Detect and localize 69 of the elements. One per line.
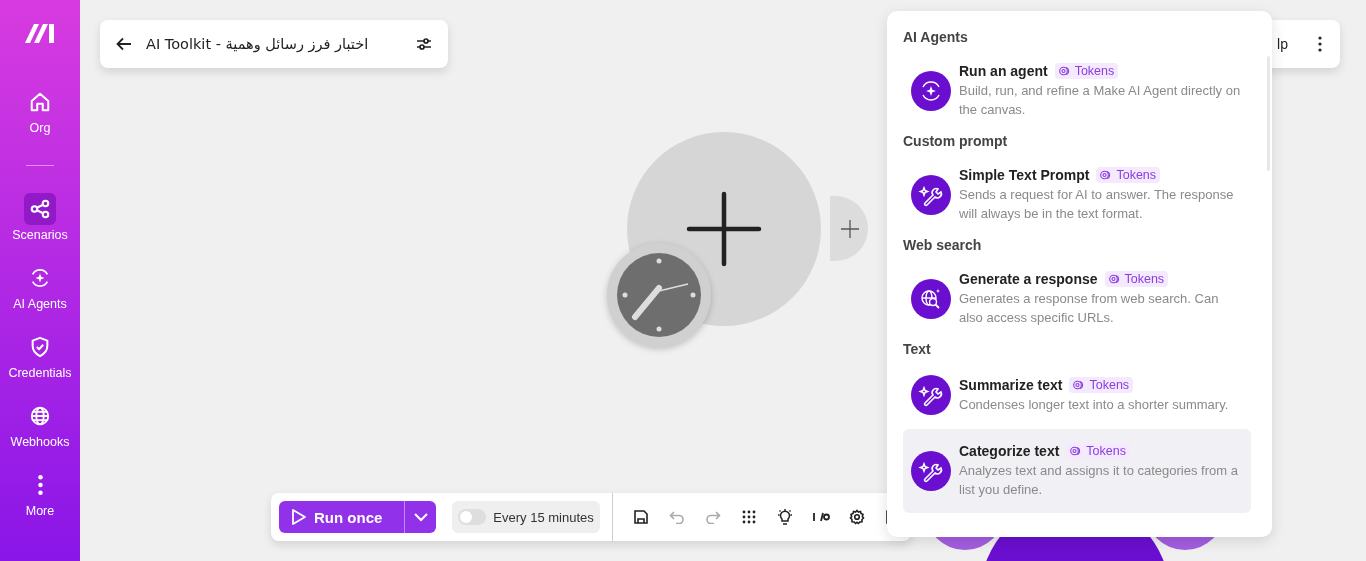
sidebar-item[interactable]: AI Agents (0, 262, 80, 311)
section-heading: Web search (903, 237, 983, 255)
schedule-toggle[interactable] (458, 509, 487, 525)
tokens-badge: Tokens (1096, 167, 1161, 183)
section-heading: AI Agents (903, 29, 969, 47)
module-option[interactable]: Simple Text Prompt Tokens Sends a request for AI to answer. The response will always be in the text format. (903, 153, 1251, 237)
sidebar-item[interactable]: Credentials (0, 331, 80, 380)
magic-wrench-icon (911, 451, 951, 491)
option-description: Condenses longer text into a shorter summary. (959, 395, 1230, 414)
module-option[interactable]: Generate a response Tokens Generates a response from web search. Can also access specific URLs. (903, 257, 1251, 341)
coin-icon (1100, 170, 1113, 180)
sparkle-circle-icon (911, 71, 951, 111)
option-title: Generate a response (959, 271, 1098, 287)
io-icon (811, 511, 830, 523)
option-description: Generates a response from web search. Can also access specific URLs. (959, 290, 1220, 327)
clock-icon[interactable] (607, 243, 711, 347)
tokens-badge: Tokens (1104, 271, 1169, 287)
module-option[interactable]: Run an agent Tokens Build, run, and refine a Make AI Agent directly on the canvas. (903, 49, 1251, 133)
globe-icon (29, 405, 51, 427)
undo-icon (668, 510, 685, 524)
section-heading: Text (903, 341, 932, 359)
add-next-module-button[interactable] (830, 196, 868, 261)
option-title: Run an agent (959, 63, 1048, 79)
run-options-button[interactable] (404, 501, 437, 533)
settings-icon (848, 509, 865, 525)
shield-check-icon (29, 336, 51, 358)
back-arrow-icon (116, 37, 132, 51)
redo-icon (704, 510, 721, 524)
module-option[interactable]: Categorize text Tokens Analyzes text and assigns it to categories from a list you define. (903, 429, 1251, 513)
sliders-icon (416, 37, 432, 51)
share-icon (29, 198, 51, 220)
option-title: Categorize text (959, 443, 1060, 459)
option-description: Build, run, and refine a Make AI Agent directly on the canvas. (959, 82, 1242, 119)
tokens-badge: Tokens (1069, 376, 1134, 393)
sparkle-circle-icon (29, 267, 51, 289)
play-icon (291, 508, 307, 526)
tokens-badge: Tokens (1054, 63, 1119, 79)
home-icon (29, 91, 51, 113)
magic-wrench-icon (911, 375, 951, 415)
lightbulb-icon (775, 508, 794, 526)
plus-icon (840, 218, 860, 239)
scenario-title[interactable]: AI Toolkit - اختبار فرز رسائل وهمية (146, 36, 402, 52)
more-icon (1318, 36, 1322, 52)
sidebar-item[interactable]: Scenarios (0, 193, 80, 242)
run-once-button[interactable]: Run once (279, 501, 405, 533)
chevron-down-icon (412, 512, 429, 522)
coin-icon (1108, 274, 1121, 284)
help-link[interactable]: lp (1277, 36, 1288, 52)
coin-icon (1058, 66, 1071, 76)
option-description: Sends a request for AI to answer. The response will always be in the text format. (959, 186, 1235, 223)
logo-icon (24, 22, 56, 44)
save-icon (632, 509, 649, 525)
dots-grid-icon (741, 510, 756, 524)
globe-search-icon (911, 279, 951, 319)
plus-icon (686, 191, 762, 267)
more-icon (37, 475, 43, 495)
tokens-badge: Tokens (1066, 443, 1130, 459)
module-option[interactable]: Summarize text Tokens Condenses longer text into a shorter summary. (903, 361, 1251, 429)
coin-icon (1073, 379, 1086, 390)
coin-icon (1070, 446, 1083, 456)
schedule-label: Every 15 minutes (493, 509, 594, 525)
sidebar-item[interactable]: Org (0, 86, 80, 135)
option-title: Summarize text (959, 376, 1063, 393)
option-description: Analyzes text and assigns it to categories from a list you define. (959, 462, 1239, 499)
section-heading: Custom prompt (903, 133, 1009, 151)
magic-wrench-icon (911, 175, 951, 215)
option-title: Simple Text Prompt (959, 167, 1090, 183)
sidebar-item[interactable]: Webhooks (0, 400, 80, 449)
sidebar-item[interactable]: More (0, 469, 80, 518)
